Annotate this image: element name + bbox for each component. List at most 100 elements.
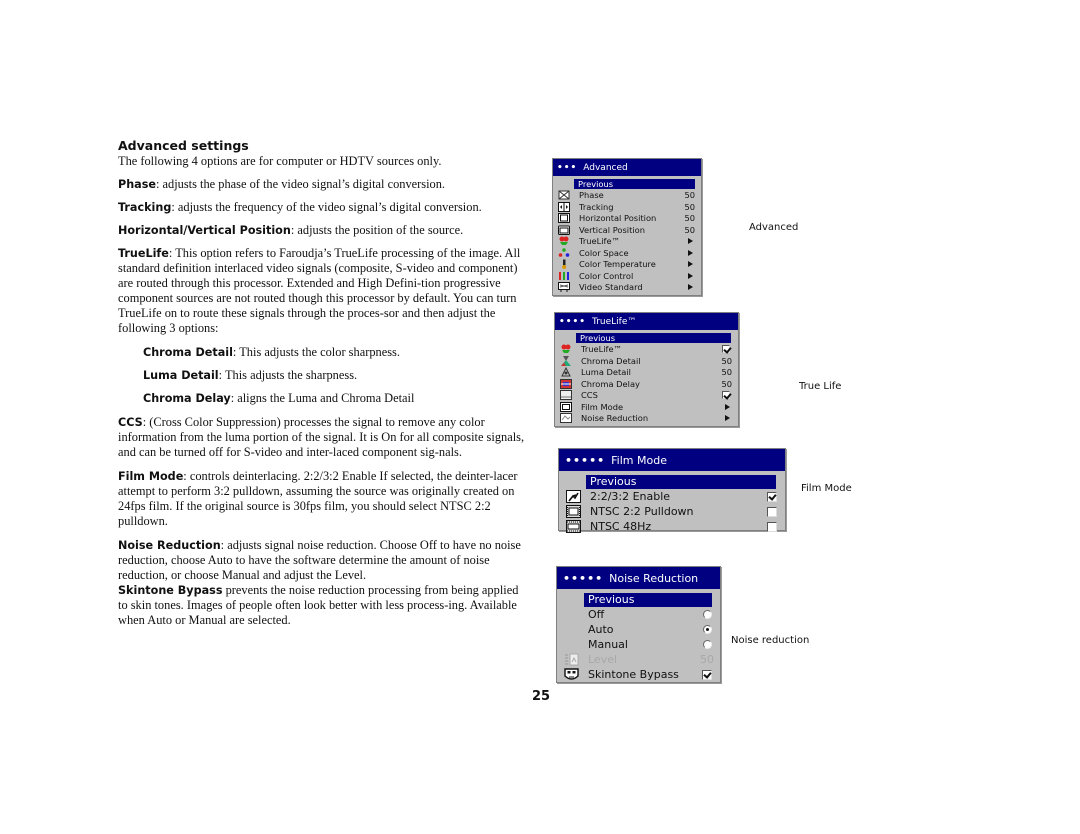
- menu-item-label: Color Space: [579, 247, 629, 258]
- menu-item-phase[interactable]: Phase 50: [553, 190, 701, 202]
- arrow-right-icon: [688, 272, 693, 279]
- menu-item-previous[interactable]: Previous: [555, 332, 738, 344]
- vertical-position-icon: [558, 225, 570, 235]
- menu-item-luma-detail[interactable]: Luma Detail 50: [555, 367, 738, 379]
- menu-item-skintone-bypass[interactable]: Skintone Bypass: [557, 667, 720, 682]
- page-number: 25: [532, 689, 551, 704]
- menu-item-color-temperature[interactable]: Color Temperature: [553, 259, 701, 271]
- previous-label: Previous: [576, 332, 731, 343]
- figure-caption-noise-reduction: Noise reduction: [731, 635, 810, 646]
- menu-title-bar: ••• Advanced: [553, 159, 701, 176]
- truelife-menu: •••• TrueLife™ Previous TrueLife™ Chroma …: [554, 312, 739, 427]
- arrow-right-icon: [688, 284, 693, 291]
- film-mode-menu: ••••• Film Mode Previous 2:2/3:2 Enable N…: [558, 448, 786, 534]
- menu-title-bar: •••• TrueLife™: [555, 313, 738, 330]
- menu-item-vertical-position[interactable]: Vertical Position 50: [553, 224, 701, 236]
- menu-title: Film Mode: [611, 453, 667, 467]
- menu-item-label: Luma Detail: [581, 367, 631, 378]
- checkbox-cell: [755, 521, 779, 532]
- menu-item-tracking[interactable]: Tracking 50: [553, 201, 701, 213]
- menu-item-level: Level 50: [557, 652, 720, 667]
- menu-item-noise-reduction[interactable]: Noise Reduction: [555, 413, 738, 425]
- radio-cell: [694, 610, 714, 619]
- film-mode-icon: [560, 401, 572, 412]
- figure-caption-advanced: Advanced: [749, 222, 799, 233]
- menu-item-ccs[interactable]: CCS: [555, 390, 738, 402]
- noise-reduction-menu: ••••• Noise Reduction Previous Off Auto Ma…: [556, 566, 721, 683]
- menu-item-label: NTSC 48Hz: [590, 520, 652, 533]
- radio-button[interactable]: [703, 640, 712, 649]
- menu-item-value: 50: [721, 367, 732, 378]
- menu-item-auto[interactable]: Auto: [557, 622, 720, 637]
- menu-items: 2:2/3:2 Enable NTSC 2:2 Pulldown NTSC 48Hz: [559, 489, 785, 534]
- menu-depth-dots: •••••: [563, 571, 604, 585]
- tracking-paragraph: Tracking: adjusts the frequency of the v…: [118, 200, 528, 215]
- menu-item-ntsc-2-2-pulldown[interactable]: NTSC 2:2 Pulldown: [559, 504, 785, 519]
- menu-item-label: TrueLife™: [581, 344, 622, 355]
- menu-item-color-control[interactable]: Color Control: [553, 270, 701, 282]
- menu-item-label: Phase: [579, 190, 604, 201]
- menu-title: Noise Reduction: [609, 571, 699, 585]
- menu-title: TrueLife™: [592, 316, 637, 327]
- checkbox-cell: [755, 491, 779, 502]
- menu-item-off[interactable]: Off: [557, 607, 720, 622]
- section-heading: Advanced settings: [118, 138, 249, 153]
- checkbox[interactable]: [767, 506, 777, 517]
- advanced-menu: ••• Advanced Previous Phase 50 Tracking 50 H…: [552, 158, 702, 296]
- submenu-arrow-icon: [679, 238, 695, 245]
- phase-icon: [558, 190, 570, 200]
- menu-item-horizontal-position[interactable]: Horizontal Position 50: [553, 213, 701, 225]
- description: : aligns the Luma and Chroma Detail: [230, 391, 415, 405]
- noise-reduction-icon: [560, 413, 572, 424]
- description: : This adjusts the color sharpness.: [232, 345, 400, 359]
- intro-paragraph: The following 4 options are for computer…: [118, 154, 442, 168]
- menu-item-previous[interactable]: Previous: [559, 474, 785, 489]
- term: Film Mode: [118, 470, 184, 483]
- term: Luma Detail: [143, 369, 219, 382]
- pulldown-enable-icon: [566, 490, 581, 503]
- checkbox[interactable]: [767, 491, 777, 502]
- menu-items: TrueLife™ Chroma Detail 50 Luma Detail 50 Chr…: [555, 344, 738, 425]
- menu-item-label: Film Mode: [581, 401, 624, 412]
- menu-item-chroma-delay[interactable]: Chroma Delay 50: [555, 378, 738, 390]
- menu-item-truelife[interactable]: TrueLife™: [555, 344, 738, 356]
- checkbox[interactable]: [722, 391, 730, 400]
- ccs-paragraph: CCS: (Cross Color Suppression) processes…: [118, 415, 528, 460]
- previous-label: Previous: [574, 178, 695, 189]
- menu-item-chroma-detail[interactable]: Chroma Detail 50: [555, 355, 738, 367]
- term: Noise Reduction: [118, 539, 221, 552]
- chroma-detail-paragraph: Chroma Detail: This adjusts the color sh…: [118, 345, 528, 360]
- menu-item-2-2-3-2-enable[interactable]: 2:2/3:2 Enable: [559, 489, 785, 504]
- truelife-icon: [560, 344, 572, 354]
- menu-item-film-mode[interactable]: Film Mode: [555, 401, 738, 413]
- tracking-icon: [558, 201, 570, 212]
- color-temperature-icon: [558, 259, 570, 270]
- menu-item-color-space[interactable]: Color Space: [553, 247, 701, 259]
- menu-item-label: Manual: [588, 638, 628, 651]
- menu-item-truelife[interactable]: TrueLife™: [553, 236, 701, 248]
- checkbox[interactable]: [722, 345, 730, 354]
- description: : This option refers to Faroudja’s TrueL…: [118, 246, 521, 335]
- menu-item-previous[interactable]: Previous: [557, 592, 720, 607]
- menu-item-value: 50: [684, 224, 695, 235]
- term: Chroma Detail: [143, 346, 233, 359]
- ccs-icon: [560, 390, 572, 401]
- radio-cell: [694, 640, 714, 649]
- menu-item-manual[interactable]: Manual: [557, 637, 720, 652]
- checkbox[interactable]: [767, 521, 777, 532]
- menu-item-video-standard[interactable]: Video Standard: [553, 282, 701, 294]
- menu-item-previous[interactable]: Previous: [553, 178, 701, 190]
- menu-item-label: Horizontal Position: [579, 213, 657, 224]
- checkbox-cell: [755, 506, 779, 517]
- truelife-icon: [558, 236, 570, 246]
- text-column: Advanced settings The following 4 option…: [118, 138, 528, 628]
- level-icon: [564, 653, 579, 666]
- menu-item-label: Video Standard: [579, 282, 643, 293]
- menu-item-ntsc-48hz[interactable]: NTSC 48Hz: [559, 519, 785, 534]
- menu-items: Off Auto Manual Level 50 Skintone Bypass: [557, 607, 720, 682]
- radio-button[interactable]: [703, 610, 712, 619]
- checkbox[interactable]: [702, 669, 712, 680]
- menu-item-value: 50: [700, 653, 714, 666]
- term: TrueLife: [118, 247, 169, 260]
- radio-button[interactable]: [703, 625, 712, 634]
